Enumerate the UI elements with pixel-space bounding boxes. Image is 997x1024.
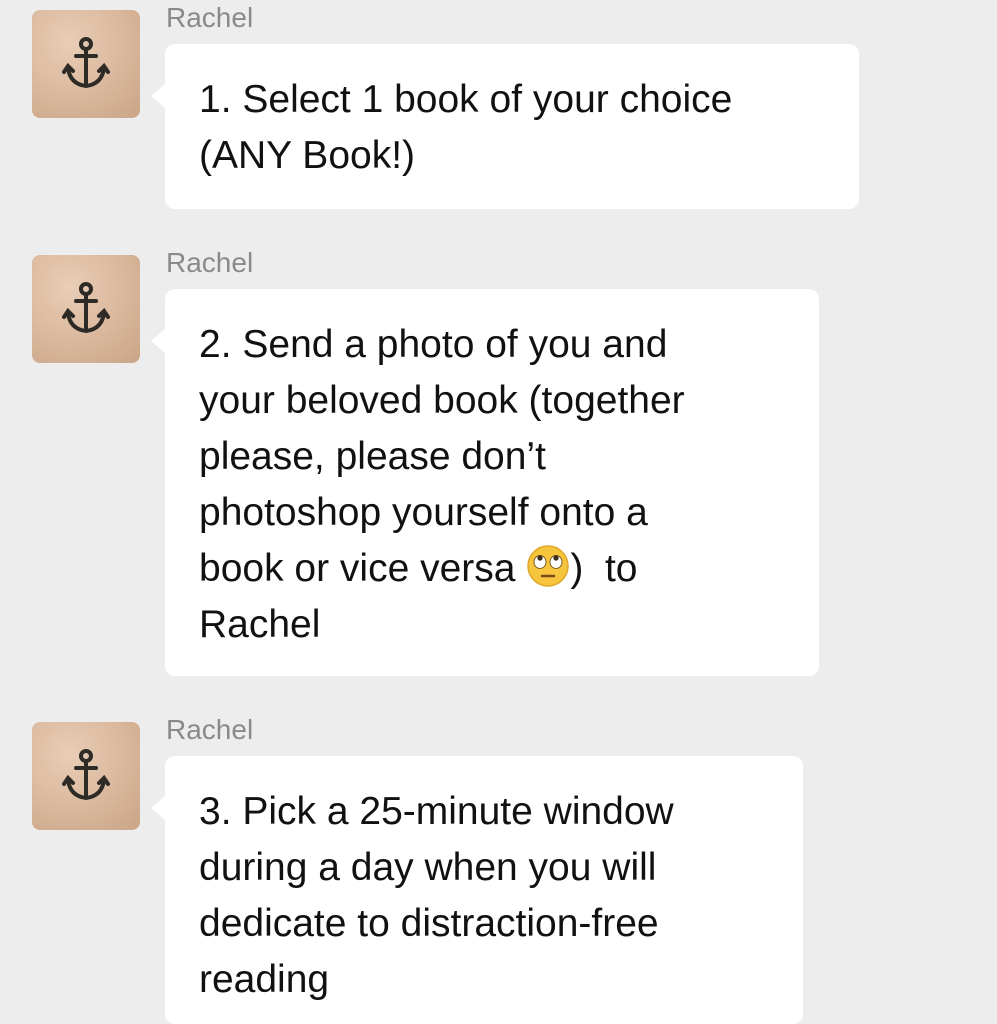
sender-name: Rachel bbox=[166, 247, 254, 278]
message-bubble[interactable]: 2. Send a photo of you and your beloved … bbox=[151, 289, 819, 676]
message-line: during a day when you will bbox=[199, 846, 657, 889]
message-3: Rachel 3. Pick a 25-minute window during… bbox=[0, 712, 997, 1024]
message-line: reading bbox=[199, 958, 330, 1001]
message-2: Rachel 2. Send a photo of you and your b… bbox=[0, 245, 997, 685]
message-1: Rachel 1. Select 1 book of your choice (… bbox=[0, 0, 997, 230]
anchor-icon bbox=[62, 37, 110, 89]
sender-name: Rachel bbox=[166, 714, 254, 745]
sender-avatar[interactable] bbox=[32, 255, 140, 363]
message-bubble[interactable]: 3. Pick a 25-minute window during a day … bbox=[151, 756, 803, 1024]
message-line: 1. Select 1 book of your choice bbox=[199, 78, 733, 121]
anchor-icon bbox=[62, 282, 110, 334]
chat-thread: Rachel 1. Select 1 book of your choice (… bbox=[0, 0, 997, 1024]
message-bubble[interactable]: 1. Select 1 book of your choice (ANY Boo… bbox=[151, 44, 859, 209]
message-line: 3. Pick a 25-minute window bbox=[199, 790, 674, 833]
sender-name: Rachel bbox=[166, 2, 254, 33]
message-line: please, please don’t bbox=[199, 435, 546, 478]
message-line: dedicate to distraction-free bbox=[199, 902, 659, 945]
message-line: 2. Send a photo of you and bbox=[199, 323, 668, 366]
anchor-icon bbox=[62, 749, 110, 801]
message-line: photoshop yourself onto a bbox=[199, 491, 648, 534]
message-text: ) to bbox=[570, 547, 638, 590]
sender-avatar[interactable] bbox=[32, 10, 140, 118]
face-with-rolling-eyes-emoji bbox=[527, 545, 570, 587]
message-line: Rachel bbox=[199, 603, 321, 646]
message-line: your beloved book (together bbox=[199, 379, 685, 422]
message-text: book or vice versa bbox=[199, 547, 527, 590]
sender-avatar[interactable] bbox=[32, 722, 140, 830]
message-line-with-emoji: book or vice versa ) to bbox=[199, 541, 785, 597]
message-line: (ANY Book!) bbox=[199, 134, 416, 177]
